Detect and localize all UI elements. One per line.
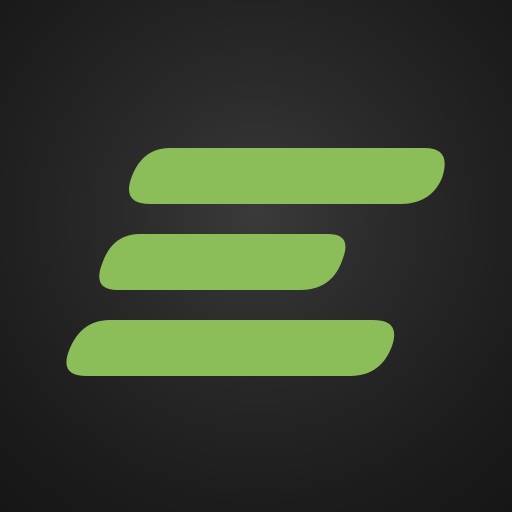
app-icon-background [0, 0, 512, 512]
top-bar [128, 148, 445, 204]
bottom-bar [66, 320, 395, 376]
middle-bar [99, 234, 346, 290]
three-slanted-bars-logo-icon [66, 148, 445, 376]
